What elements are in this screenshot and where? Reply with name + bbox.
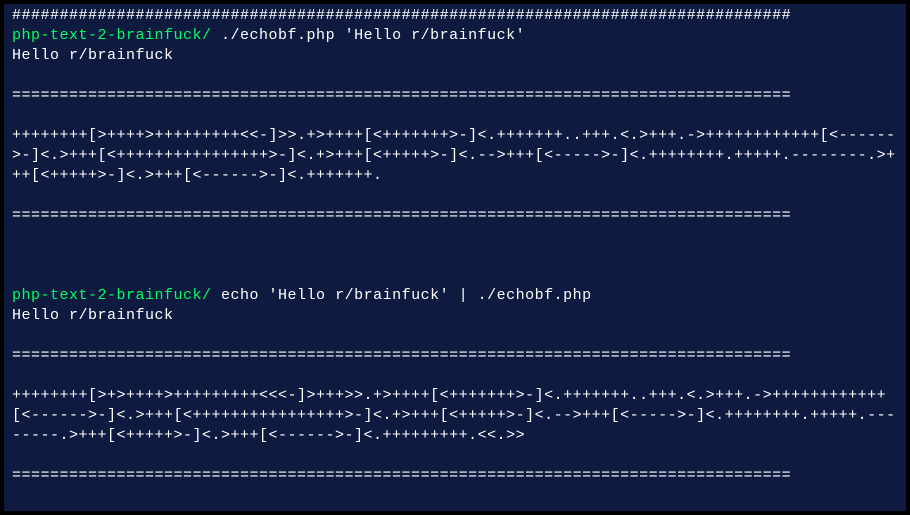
terminal-blank-line	[12, 106, 898, 126]
terminal-window[interactable]: ########################################…	[4, 4, 906, 511]
terminal-output-line: ########################################…	[12, 6, 898, 26]
terminal-output-line: ========================================…	[12, 86, 898, 106]
terminal-blank-line	[12, 326, 898, 346]
terminal-command-line: php-text-2-brainfuck/ ./echobf.php 'Hell…	[12, 26, 898, 46]
terminal-blank-line	[12, 446, 898, 466]
terminal-output-line: Hello r/brainfuck	[12, 306, 898, 326]
terminal-blank-line	[12, 226, 898, 246]
terminal-command: echo 'Hello r/brainfuck' | ./echobf.php	[221, 287, 592, 304]
terminal-blank-line	[12, 266, 898, 286]
terminal-prompt: php-text-2-brainfuck/	[12, 287, 221, 304]
terminal-blank-line	[12, 366, 898, 386]
terminal-command: ./echobf.php 'Hello r/brainfuck'	[221, 27, 525, 44]
terminal-output-line: ========================================…	[12, 206, 898, 226]
terminal-output-line: Hello r/brainfuck	[12, 46, 898, 66]
terminal-output-line: ========================================…	[12, 466, 898, 486]
terminal-blank-line	[12, 66, 898, 86]
terminal-blank-line	[12, 246, 898, 266]
terminal-output-line: ++++++++[>++++>+++++++++<<-]>>.+>++++[<+…	[12, 126, 898, 186]
terminal-output-line: ========================================…	[12, 346, 898, 366]
terminal-blank-line	[12, 186, 898, 206]
terminal-prompt: php-text-2-brainfuck/	[12, 27, 221, 44]
terminal-command-line: php-text-2-brainfuck/ echo 'Hello r/brai…	[12, 286, 898, 306]
terminal-output-line: ++++++++[>+>++++>+++++++++<<<-]>+++>>.+>…	[12, 386, 898, 446]
